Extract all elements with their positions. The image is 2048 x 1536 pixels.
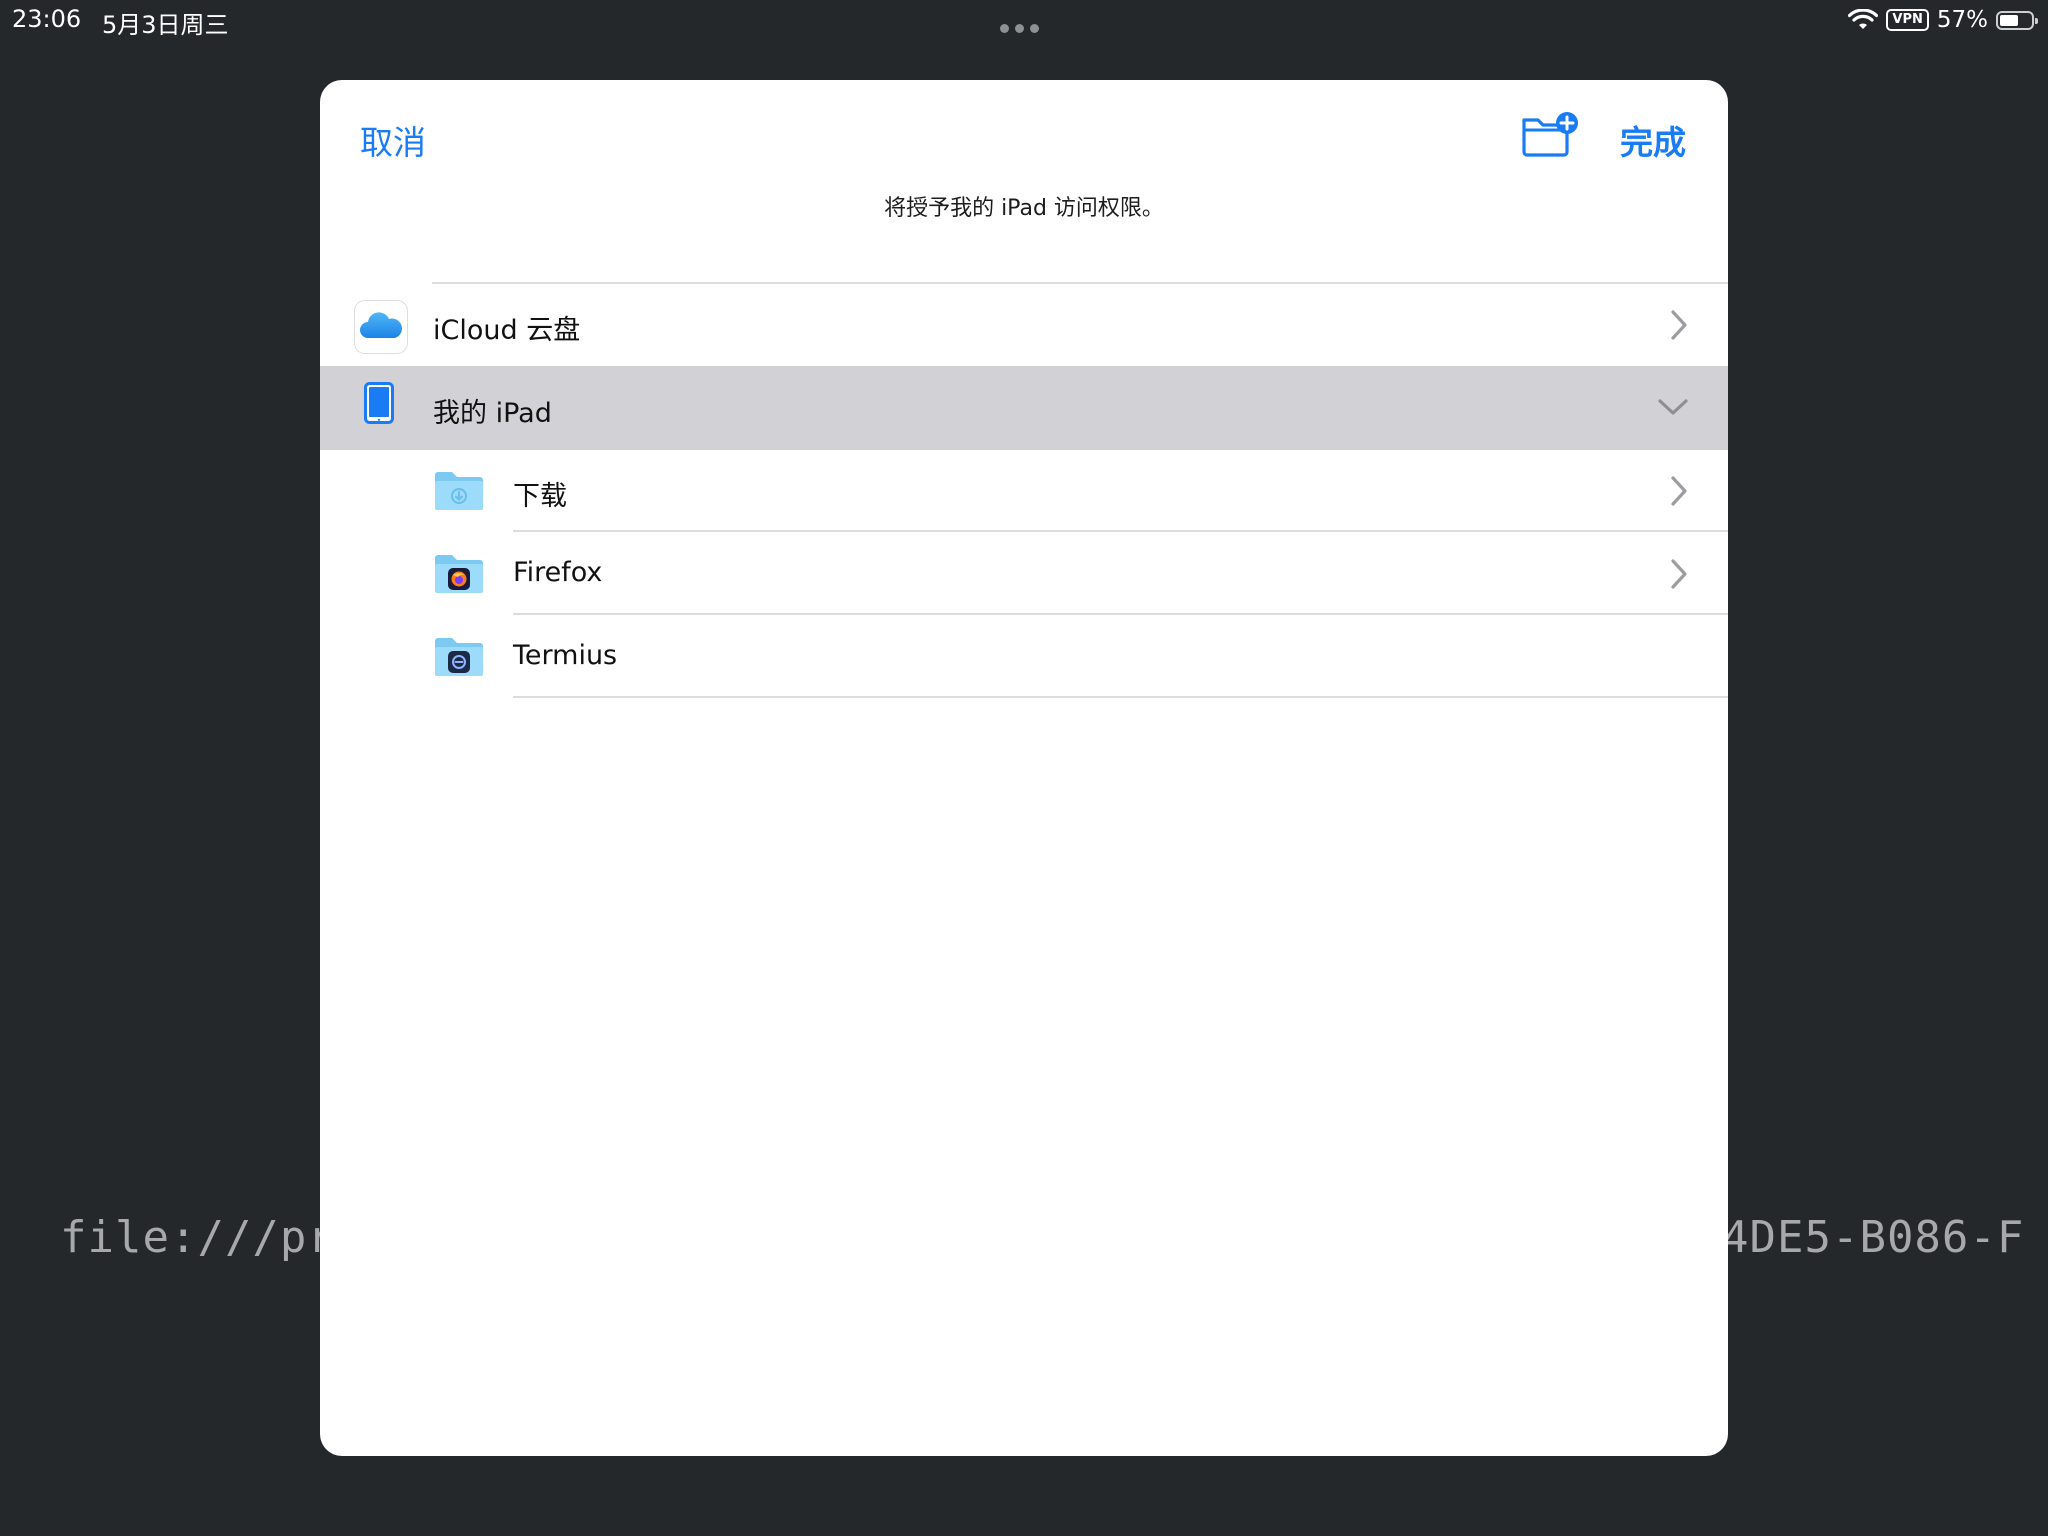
background-url-text-right: 4DE5-B086-F bbox=[1722, 1212, 2025, 1263]
location-label: 我的 iPad bbox=[433, 398, 552, 429]
folder-row-firefox[interactable]: Firefox bbox=[320, 533, 1728, 615]
status-date: 5月3日周三 bbox=[102, 11, 229, 39]
location-label: iCloud 云盘 bbox=[433, 315, 581, 346]
divider bbox=[513, 530, 1728, 532]
dialog-subtitle: 将授予我的 iPad 访问权限。 bbox=[884, 196, 1164, 221]
icloud-icon bbox=[354, 300, 408, 354]
folder-label: 下载 bbox=[513, 481, 567, 512]
divider bbox=[513, 613, 1728, 615]
new-folder-button[interactable] bbox=[1520, 110, 1582, 160]
ipad-icon bbox=[364, 382, 394, 424]
background-url-text-left: file:///pri bbox=[60, 1212, 363, 1263]
battery-icon bbox=[1996, 10, 2038, 30]
firefox-folder-icon bbox=[435, 555, 483, 593]
cancel-button[interactable]: 取消 bbox=[360, 116, 426, 164]
status-bar: 23:06 5月3日周三 VPN 57% bbox=[0, 0, 2048, 40]
folder-label: Firefox bbox=[513, 557, 603, 588]
location-row-my-ipad[interactable]: 我的 iPad bbox=[320, 366, 1728, 450]
download-folder-icon bbox=[435, 472, 483, 510]
folder-row-downloads[interactable]: 下载 bbox=[320, 450, 1728, 532]
chevron-right-icon bbox=[1671, 310, 1687, 340]
folder-row-termius[interactable]: Termius bbox=[320, 616, 1728, 698]
folder-plus-icon bbox=[1522, 112, 1578, 157]
vpn-badge: VPN bbox=[1886, 9, 1929, 31]
done-button[interactable]: 完成 bbox=[1620, 116, 1686, 164]
status-time: 23:06 bbox=[12, 5, 82, 33]
divider bbox=[513, 696, 1728, 698]
termius-folder-icon bbox=[435, 638, 483, 676]
chevron-right-icon bbox=[1671, 559, 1687, 589]
chevron-right-icon bbox=[1671, 476, 1687, 506]
chevron-down-icon[interactable] bbox=[1656, 396, 1690, 418]
folder-label: Termius bbox=[513, 640, 618, 671]
wifi-icon bbox=[1848, 9, 1879, 29]
status-indicators: VPN 57% bbox=[1848, 6, 2038, 34]
multitasking-dots-icon[interactable] bbox=[1000, 18, 1048, 33]
battery-percent: 57% bbox=[1936, 7, 1988, 33]
document-picker-dialog: 取消 完成 将授予我的 iPad 访问权限。 iCloud 云盘 我的 iPad… bbox=[320, 80, 1728, 1456]
location-row-icloud-drive[interactable]: iCloud 云盘 bbox=[320, 284, 1728, 366]
